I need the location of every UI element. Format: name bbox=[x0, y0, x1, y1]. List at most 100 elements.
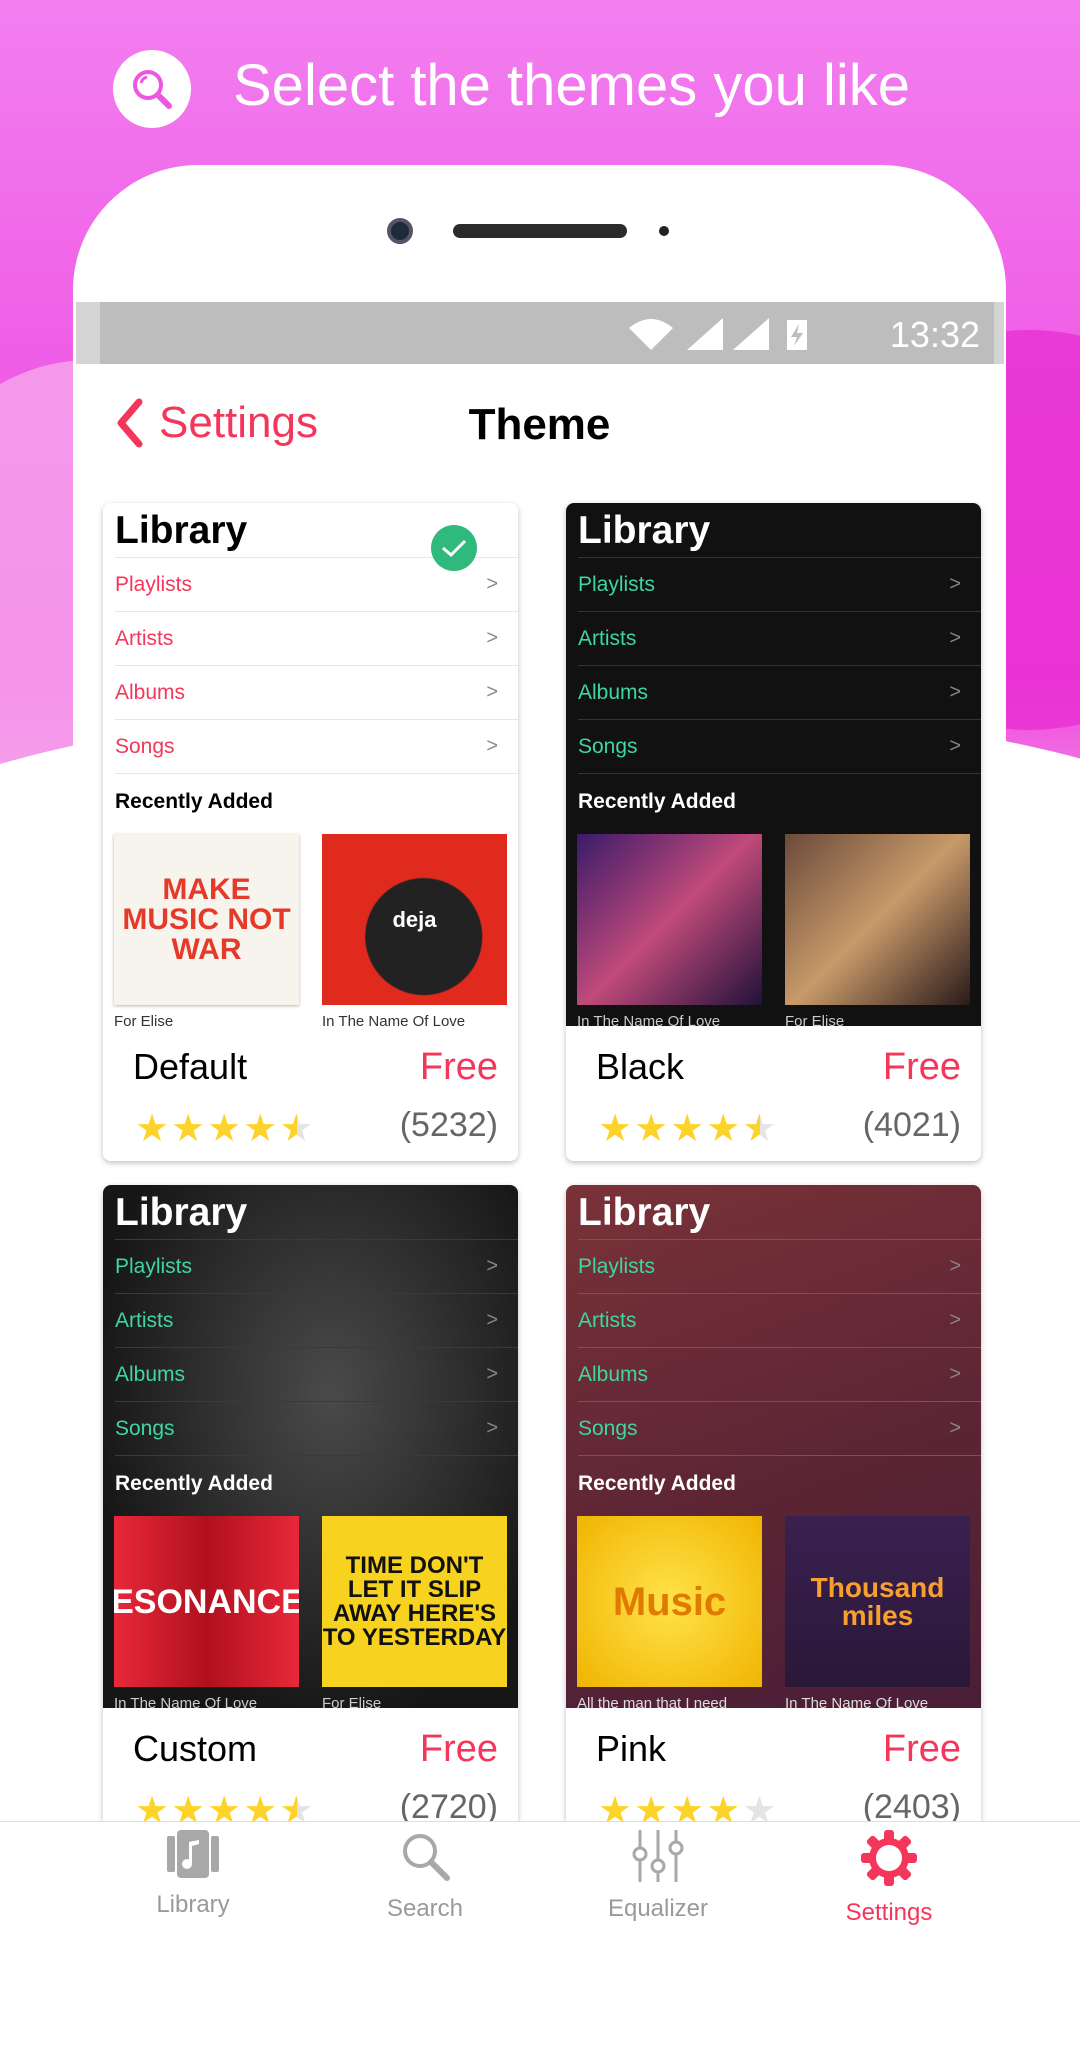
preview-row-label: Artists bbox=[115, 1308, 174, 1332]
star-icon: ★ bbox=[135, 1788, 171, 1821]
star-icon: ★ bbox=[207, 1108, 244, 1150]
star-icon: ★ bbox=[670, 1108, 707, 1150]
star-icon: ★ bbox=[706, 1108, 743, 1150]
preview-title: Library bbox=[578, 1191, 711, 1234]
search-icon bbox=[113, 50, 191, 128]
album-art: Thousand miles bbox=[785, 1516, 970, 1687]
preview-row: Songs > bbox=[115, 719, 518, 773]
album-caption: In The Name Of Love bbox=[577, 1013, 721, 1026]
preview-row: Songs > bbox=[578, 719, 981, 773]
preview-row: Albums > bbox=[115, 665, 518, 719]
theme-price[interactable]: Free bbox=[420, 1728, 498, 1771]
rating-stars: ★★★★★ bbox=[598, 1106, 778, 1151]
star-icon: ★ bbox=[171, 1788, 207, 1821]
recently-added-label: Recently Added bbox=[115, 1472, 273, 1495]
preview-row: Albums > bbox=[578, 1347, 981, 1401]
chevron-right-icon: > bbox=[949, 681, 961, 703]
sensor bbox=[659, 226, 669, 236]
album-art: TIME DON'T LET IT SLIP AWAY HERE'S TO YE… bbox=[322, 1516, 507, 1687]
theme-name: Default bbox=[133, 1046, 248, 1087]
theme-info: Default Free ★★★★★ (5232) bbox=[103, 1026, 518, 1161]
theme-price[interactable]: Free bbox=[883, 1046, 961, 1089]
theme-name: Custom bbox=[133, 1728, 258, 1769]
theme-card-pink[interactable]: Library Playlists > Artists > Albums > Songs > Re… bbox=[566, 1185, 981, 1821]
preview-row: Playlists > bbox=[578, 1239, 981, 1293]
chevron-right-icon: > bbox=[486, 1255, 498, 1277]
album-caption: For Elise bbox=[114, 1013, 174, 1026]
album-art bbox=[785, 834, 970, 1005]
preview-row-label: Artists bbox=[115, 626, 174, 650]
rating-count: (2403) bbox=[862, 1788, 961, 1821]
preview-row: Albums > bbox=[115, 1347, 518, 1401]
page-title: Theme bbox=[468, 400, 611, 449]
rating-count: (4021) bbox=[862, 1106, 961, 1144]
chevron-right-icon: > bbox=[949, 1417, 961, 1439]
star-icon: ★ bbox=[670, 1788, 706, 1821]
album-caption: All the man that I need bbox=[577, 1695, 728, 1708]
tab-bar: Library Search Equalizer Settings bbox=[0, 1821, 1080, 1926]
preview-row: Artists > bbox=[578, 1293, 981, 1347]
theme-preview: Library Playlists > Artists > Albums > Songs > Re… bbox=[103, 503, 518, 1026]
star-icon: ★ bbox=[279, 1788, 315, 1821]
theme-card-black[interactable]: Library Playlists > Artists > Albums > Songs > Re… bbox=[566, 503, 981, 1161]
theme-info: Black Free ★★★★★ (4021) bbox=[566, 1026, 981, 1161]
chevron-right-icon: > bbox=[486, 735, 498, 757]
theme-price[interactable]: Free bbox=[883, 1728, 961, 1771]
preview-row: Artists > bbox=[115, 611, 518, 665]
album-art bbox=[577, 834, 762, 1005]
tab-search[interactable]: Search bbox=[325, 1830, 525, 1923]
preview-title: Library bbox=[115, 509, 248, 552]
camera-icon bbox=[387, 218, 413, 244]
theme-preview: Library Playlists > Artists > Albums > Songs > Re… bbox=[566, 1185, 981, 1708]
album-caption: For Elise bbox=[785, 1013, 845, 1026]
theme-card-default[interactable]: Library Playlists > Artists > Albums > Songs > Re… bbox=[103, 503, 518, 1161]
preview-row: Artists > bbox=[115, 1293, 518, 1347]
recently-added-label: Recently Added bbox=[578, 790, 736, 813]
nav-bar: Settings Theme bbox=[73, 364, 1006, 490]
preview-row-label: Songs bbox=[115, 734, 175, 758]
preview-row-label: Songs bbox=[578, 1416, 638, 1440]
star-icon: ★ bbox=[243, 1788, 279, 1821]
recently-added-label: Recently Added bbox=[115, 790, 273, 813]
chevron-right-icon: > bbox=[949, 1255, 961, 1277]
rating-stars: ★★★★★ bbox=[135, 1788, 315, 1821]
album-art: RESONANCES bbox=[114, 1516, 299, 1687]
preview-row-label: Albums bbox=[578, 680, 649, 704]
star-icon: ★ bbox=[243, 1108, 280, 1150]
star-icon: ★ bbox=[171, 1108, 208, 1150]
chevron-right-icon: > bbox=[949, 627, 961, 649]
theme-preview: Library Playlists > Artists > Albums > Songs > Re… bbox=[103, 1185, 518, 1708]
theme-price[interactable]: Free bbox=[420, 1046, 498, 1089]
theme-info: Pink Free ★★★★★ (2403) bbox=[566, 1708, 981, 1821]
status-bar: 13:32 bbox=[76, 302, 1004, 364]
chevron-right-icon: > bbox=[486, 681, 498, 703]
chevron-right-icon: > bbox=[949, 573, 961, 595]
tab-label: Search bbox=[386, 1895, 464, 1922]
chevron-right-icon: > bbox=[486, 1417, 498, 1439]
preview-row: Songs > bbox=[115, 1401, 518, 1455]
chevron-right-icon: > bbox=[949, 735, 961, 757]
tab-label: Equalizer bbox=[607, 1895, 709, 1922]
tab-equalizer[interactable]: Equalizer bbox=[558, 1830, 758, 1923]
preview-row-label: Albums bbox=[578, 1362, 649, 1386]
preview-row-label: Playlists bbox=[115, 572, 193, 596]
album-caption: In The Name Of Love bbox=[322, 1013, 466, 1026]
theme-name: Pink bbox=[596, 1728, 667, 1769]
chevron-right-icon: > bbox=[486, 1309, 498, 1331]
star-icon: ★ bbox=[135, 1108, 172, 1150]
chevron-right-icon: > bbox=[486, 627, 498, 649]
tab-library[interactable]: Library bbox=[93, 1830, 293, 1919]
preview-row: Playlists > bbox=[115, 1239, 518, 1293]
theme-info: Custom Free ★★★★★ (2720) bbox=[103, 1708, 518, 1821]
selected-check-icon bbox=[431, 525, 477, 571]
preview-row: Songs > bbox=[578, 1401, 981, 1455]
star-icon: ★ bbox=[742, 1108, 779, 1150]
chevron-right-icon: > bbox=[486, 1363, 498, 1385]
theme-card-custom[interactable]: Library Playlists > Artists > Albums > Songs > Re… bbox=[103, 1185, 518, 1821]
preview-row-label: Playlists bbox=[578, 1254, 656, 1278]
album-art: MAKE MUSIC NOT WAR bbox=[114, 834, 299, 1005]
rating-stars: ★★★★★ bbox=[135, 1106, 315, 1151]
tab-settings[interactable]: Settings bbox=[789, 1830, 989, 1927]
rating-stars: ★★★★★ bbox=[598, 1788, 778, 1821]
preview-row-label: Albums bbox=[115, 680, 186, 704]
